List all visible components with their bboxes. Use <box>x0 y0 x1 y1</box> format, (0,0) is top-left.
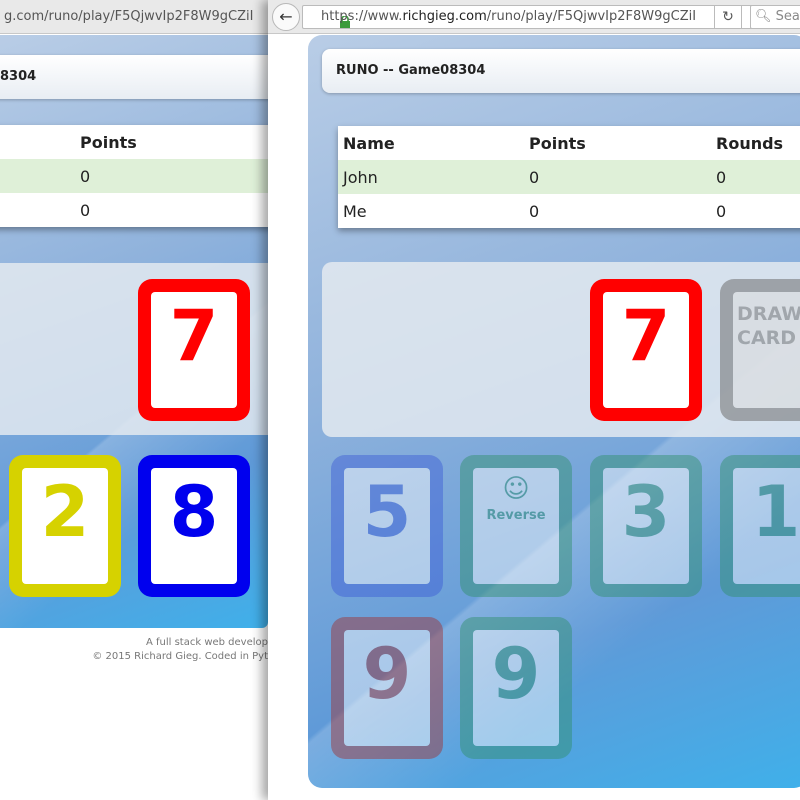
footer-line-1: A full stack web develop <box>145 637 268 648</box>
hand-card-reverse[interactable]: ☺ Reverse <box>460 455 572 597</box>
name-header: Name <box>343 133 395 153</box>
game-title: RUNO -- Game08304 <box>322 49 800 93</box>
left-url-text[interactable]: g.com/runo/play/F5QjwvIp2F8W9gCZiI <box>4 9 253 24</box>
hand-card-3[interactable]: 3 <box>590 455 702 597</box>
discard-card: 7 <box>590 279 702 421</box>
footer-line-2: © 2015 Richard Gieg. Coded in Pyt <box>92 651 268 662</box>
right-url-bar: ← https://www.richgieg.com/runo/play/F5Q… <box>268 0 800 34</box>
hand-card-1[interactable]: 5 <box>331 455 443 597</box>
left-game-title: 8304 <box>0 55 268 99</box>
left-browser-window: g.com/runo/play/F5QjwvIp2F8W9gCZiI 8304 … <box>0 0 268 800</box>
points-header: Points <box>529 133 586 153</box>
left-discard-card: 7 <box>138 279 250 421</box>
right-browser-window: ← https://www.richgieg.com/runo/play/F5Q… <box>268 0 800 800</box>
left-points-header: Points <box>80 132 137 152</box>
table-row: 0 <box>0 159 268 193</box>
left-hand-card-2[interactable]: 8 <box>138 455 250 597</box>
table-row: John 0 0 <box>338 160 800 194</box>
url-text[interactable]: https://www.richgieg.com/runo/play/F5Qjw… <box>321 9 696 24</box>
search-input[interactable]: 🔍︎ Search <box>750 5 800 29</box>
left-url-bar[interactable]: g.com/runo/play/F5QjwvIp2F8W9gCZiI <box>0 0 268 34</box>
reverse-label: Reverse <box>486 508 546 523</box>
draw-card-button[interactable]: DRAW CARD <box>720 279 800 421</box>
reverse-icon: ☺ <box>502 474 530 504</box>
left-game-background: 8304 Points 0 0 7 2 8 <box>0 35 268 628</box>
draw-card-label: DRAW CARD <box>737 303 800 349</box>
hand-card-5[interactable]: 9 <box>331 617 443 759</box>
hand-card-6[interactable]: 9 <box>460 617 572 759</box>
left-score-table: Points 0 0 <box>0 125 268 227</box>
rounds-header: Rounds <box>716 133 784 153</box>
table-row: Me 0 0 <box>343 201 727 221</box>
table-row: 0 <box>80 200 91 220</box>
left-hand-card-1[interactable]: 2 <box>9 455 121 597</box>
back-arrow-icon[interactable]: ← <box>272 3 300 31</box>
hand-card-4[interactable]: 1 <box>720 455 800 597</box>
score-table: Name Points Rounds John 0 0 Me 0 0 <box>338 126 800 228</box>
game-background: RUNO -- Game08304 Name Points Rounds Joh… <box>308 35 800 788</box>
reload-icon[interactable]: ↻ <box>714 5 742 29</box>
